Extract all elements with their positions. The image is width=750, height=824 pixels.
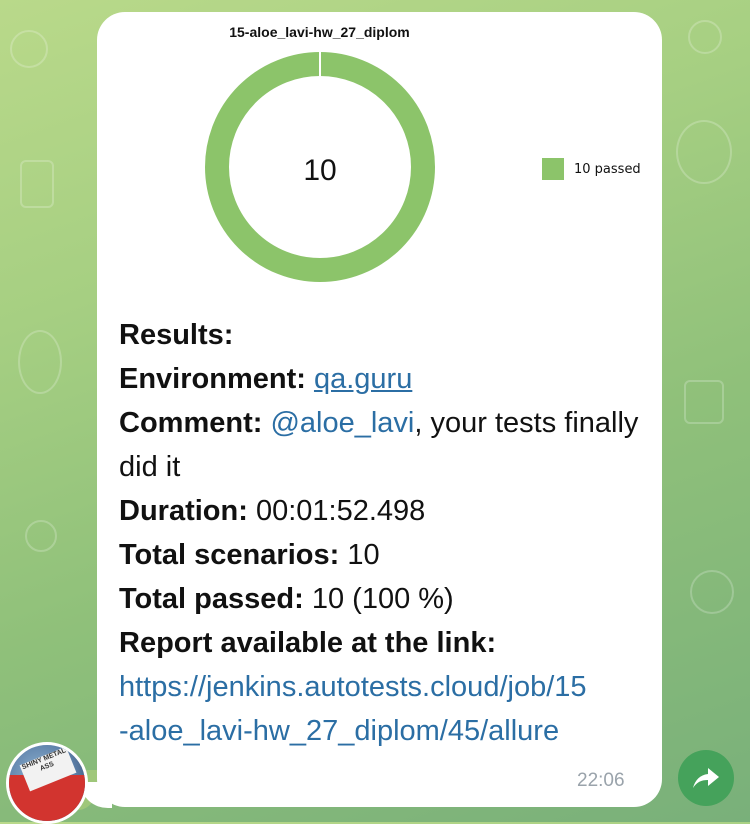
donut-chart: 10 bbox=[205, 52, 435, 282]
total-scenarios-value: 10 bbox=[347, 539, 380, 571]
comment-mention-link[interactable]: @aloe_lavi bbox=[270, 407, 414, 439]
message-text: Results: Environment: qa.guru Comment: @… bbox=[119, 313, 639, 753]
chart-legend: 10 passed bbox=[542, 158, 641, 180]
report-link[interactable]: https://jenkins.autotests.cloud/job/15-a… bbox=[119, 671, 587, 747]
report-label: Report available at the link: bbox=[119, 627, 497, 659]
background-doodle bbox=[690, 570, 734, 614]
total-scenarios-label: Total scenarios: bbox=[119, 539, 340, 571]
comment-label: Comment: bbox=[119, 407, 263, 439]
environment-link[interactable]: qa.guru bbox=[314, 363, 412, 395]
background-doodle bbox=[676, 120, 732, 184]
background-doodle bbox=[10, 30, 48, 68]
message-timestamp: 22:06 bbox=[577, 770, 625, 791]
donut-center-value: 10 bbox=[303, 154, 336, 187]
share-icon bbox=[693, 768, 719, 788]
legend-label-passed: 10 passed bbox=[574, 161, 641, 177]
duration-label: Duration: bbox=[119, 495, 248, 527]
total-passed-value: 10 (100 %) bbox=[311, 583, 454, 615]
total-passed-label: Total passed: bbox=[119, 583, 304, 615]
legend-swatch-passed bbox=[542, 158, 564, 180]
background-doodle bbox=[25, 520, 57, 552]
environment-label: Environment: bbox=[119, 363, 306, 395]
chart-title: 15-aloe_lavi-hw_27_diplom bbox=[229, 24, 410, 40]
duration-value: 00:01:52.498 bbox=[255, 495, 426, 527]
background-doodle bbox=[684, 380, 724, 424]
background-doodle bbox=[18, 330, 62, 394]
report-chart-image[interactable]: 15-aloe_lavi-hw_27_diplom 10 10 passed bbox=[97, 12, 662, 312]
background-doodle bbox=[688, 20, 722, 54]
avatar[interactable]: SHINY METAL ASS bbox=[6, 742, 88, 824]
results-heading: Results: bbox=[119, 319, 234, 351]
share-button[interactable] bbox=[678, 750, 734, 806]
background-doodle bbox=[20, 160, 54, 208]
